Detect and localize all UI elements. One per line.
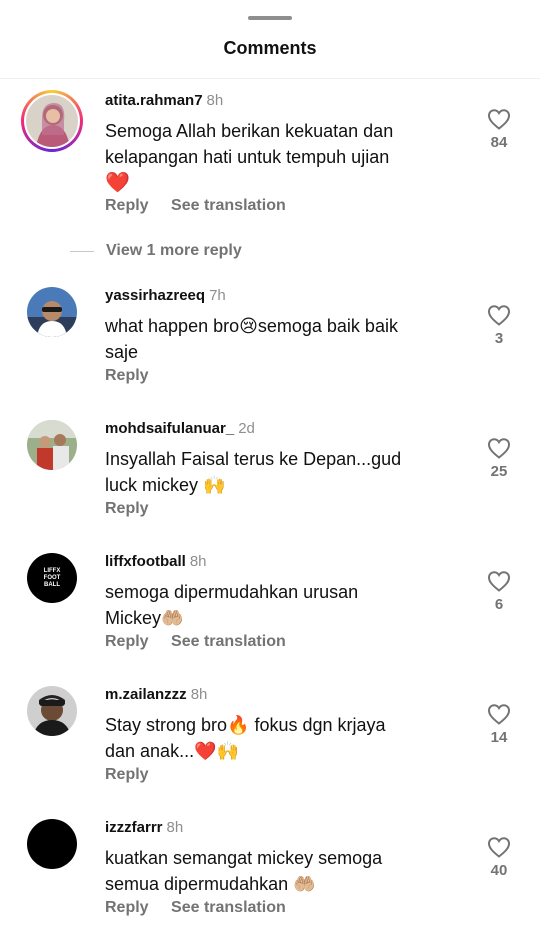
comment-text: Stay strong bro🔥 fokus dgn krjaya dan an… <box>105 712 450 764</box>
like-count: 84 <box>490 134 508 151</box>
comment-meta: liffxfootball 8h <box>105 553 207 571</box>
view-more-replies[interactable]: View 1 more reply <box>70 240 242 262</box>
timestamp: 8h <box>206 92 224 109</box>
drag-handle[interactable] <box>248 16 292 20</box>
comment-text-line: what happen bro😢semoga baik baik <box>105 316 398 336</box>
comments-header: Comments <box>0 0 540 79</box>
comment-text: Semoga Allah berikan kekuatan dan kelapa… <box>105 118 450 196</box>
avatar-story-ring[interactable] <box>21 90 83 152</box>
heart-icon[interactable] <box>487 304 511 326</box>
comment-text-line: semua dipermudahkan 🤲🏼 <box>105 874 316 894</box>
see-translation-button[interactable]: See translation <box>171 899 286 916</box>
timestamp: 2d <box>238 420 255 437</box>
reply-button[interactable]: Reply <box>105 899 149 916</box>
comment-actions: Reply See translation <box>105 632 304 652</box>
like-count: 3 <box>494 330 504 347</box>
comment-text-line: Mickey🤲🏼 <box>105 608 184 628</box>
page-title: Comments <box>223 38 317 58</box>
comment-text: kuatkan semangat mickey semoga semua dip… <box>105 845 450 897</box>
reply-button[interactable]: Reply <box>105 766 149 783</box>
like-control: 14 <box>484 703 514 746</box>
avatar[interactable] <box>27 819 77 869</box>
comment-text: Insyallah Faisal terus ke Depan...gud lu… <box>105 446 450 498</box>
like-count: 25 <box>490 463 508 480</box>
comment-meta: yassirhazreeq 7h <box>105 287 226 305</box>
heart-icon[interactable] <box>487 703 511 725</box>
comment-text-line: luck mickey 🙌 <box>105 475 226 495</box>
comment-text-line: Insyallah Faisal terus ke Depan...gud <box>105 449 402 469</box>
see-translation-button[interactable]: See translation <box>171 633 286 650</box>
avatar <box>26 95 78 147</box>
timestamp: 8h <box>190 686 208 703</box>
avatar[interactable]: LIFFX FOOT BALL <box>27 553 77 603</box>
avatar[interactable] <box>27 420 77 470</box>
comment-text-line: dan anak...❤️🙌 <box>105 741 239 761</box>
reply-button[interactable]: Reply <box>105 197 149 214</box>
comment-meta: mohdsaifulanuar_ 2d <box>105 420 255 438</box>
username[interactable]: m.zailanzzz <box>105 686 187 703</box>
comment-actions: Reply <box>105 765 167 785</box>
comment-meta: atita.rahman7 8h <box>105 92 223 110</box>
comment-text-line: kelapangan hati untuk tempuh ujian <box>105 147 390 167</box>
timestamp: 7h <box>209 287 226 304</box>
comment-meta: izzzfarrr 8h <box>105 819 183 837</box>
like-count: 40 <box>490 862 508 879</box>
comment-text-line: saje <box>105 342 139 362</box>
like-control: 25 <box>484 437 514 480</box>
comment-text: semoga dipermudahkan urusan Mickey🤲🏼 <box>105 579 450 631</box>
reply-button[interactable]: Reply <box>105 633 149 650</box>
username[interactable]: atita.rahman7 <box>105 92 203 109</box>
username[interactable]: izzzfarrr <box>105 819 163 836</box>
username[interactable]: mohdsaifulanuar_ <box>105 420 234 437</box>
avatar[interactable] <box>27 686 77 736</box>
comment-actions: Reply <box>105 499 167 519</box>
divider <box>70 250 94 252</box>
comment-text-line: Stay strong bro🔥 fokus dgn krjaya <box>105 715 386 735</box>
avatar[interactable] <box>27 287 77 337</box>
reply-button[interactable]: Reply <box>105 500 149 517</box>
comment-actions: Reply See translation <box>105 898 304 918</box>
heart-icon[interactable] <box>487 836 511 858</box>
reply-button[interactable]: Reply <box>105 367 149 384</box>
timestamp: 8h <box>189 553 207 570</box>
comment-actions: Reply <box>105 366 167 386</box>
comment-actions: Reply See translation <box>105 196 304 216</box>
comment-text: what happen bro😢semoga baik baik saje <box>105 313 450 365</box>
like-count: 14 <box>490 729 508 746</box>
like-control: 3 <box>484 304 514 347</box>
heart-icon[interactable] <box>487 437 511 459</box>
heart-icon[interactable] <box>487 570 511 592</box>
comment-text-line: kuatkan semangat mickey semoga <box>105 848 383 868</box>
username[interactable]: yassirhazreeq <box>105 287 205 304</box>
like-count: 6 <box>494 596 504 613</box>
comment-text-line: ❤️ <box>105 172 130 194</box>
avatar-logo-text: LIFFX FOOT BALL <box>43 567 61 588</box>
comment-meta: m.zailanzzz 8h <box>105 686 207 704</box>
see-translation-button[interactable]: See translation <box>171 197 286 214</box>
like-control: 6 <box>484 570 514 613</box>
like-control: 40 <box>484 836 514 879</box>
comment-text-line: semoga dipermudahkan urusan <box>105 582 359 602</box>
comment-text-line: Semoga Allah berikan kekuatan dan <box>105 121 394 141</box>
like-control: 84 <box>484 108 514 151</box>
timestamp: 8h <box>166 819 184 836</box>
heart-icon[interactable] <box>487 108 511 130</box>
view-more-replies-label[interactable]: View 1 more reply <box>106 242 242 260</box>
username[interactable]: liffxfootball <box>105 553 186 570</box>
